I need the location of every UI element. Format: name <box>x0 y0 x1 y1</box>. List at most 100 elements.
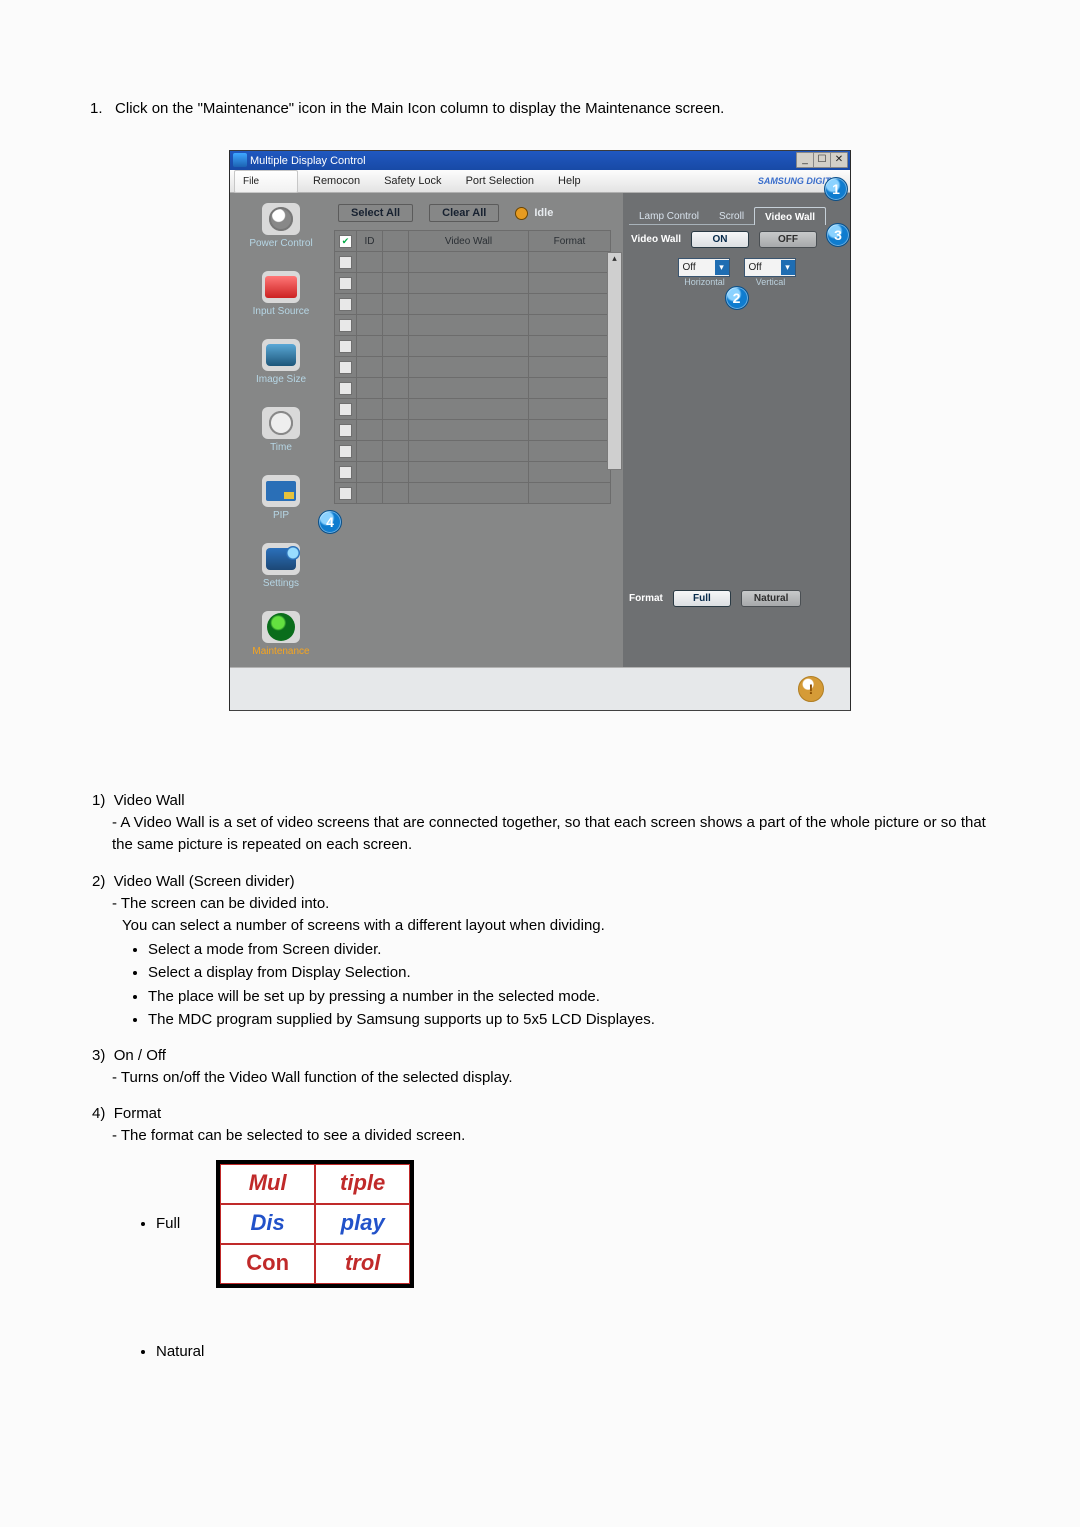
sidebar-label: Power Control <box>249 238 312 249</box>
heading-text: Click on the "Maintenance" icon in the M… <box>115 100 724 117</box>
format-natural-button[interactable]: Natural <box>741 590 801 607</box>
select-all-button[interactable]: Select All <box>338 204 413 222</box>
callout-4: 4 <box>318 510 342 534</box>
vertical-label: Vertical <box>746 277 796 287</box>
sidebar-item-input-source[interactable]: Input Source <box>232 271 330 317</box>
item-1: 1) Video Wall - A Video Wall is a set of… <box>92 790 1010 857</box>
settings-icon <box>262 543 300 575</box>
menu-port-selection[interactable]: Port Selection <box>457 172 543 190</box>
format-full-button[interactable]: Full <box>673 590 731 607</box>
menu-remocon[interactable]: Remocon <box>304 172 369 190</box>
col-id: ID <box>356 230 383 252</box>
table-row[interactable] <box>335 273 620 294</box>
table-row[interactable] <box>335 420 620 441</box>
maximize-button[interactable]: ☐ <box>813 152 831 168</box>
video-wall-on-button[interactable]: ON <box>691 231 749 248</box>
table-row[interactable] <box>335 462 620 483</box>
item-3-title: On / Off <box>114 1047 166 1064</box>
grid-header: ID Video Wall Format <box>335 231 620 252</box>
item-2-num: 2) <box>92 873 105 890</box>
tab-scroll[interactable]: Scroll <box>709 207 754 225</box>
format-full-row: Full Mul tiple Dis play Con trol <box>120 1154 432 1294</box>
item-4-title: Format <box>114 1105 162 1122</box>
video-wall-off-button[interactable]: OFF <box>759 231 817 248</box>
clear-all-button[interactable]: Clear All <box>429 204 499 222</box>
table-row[interactable] <box>335 399 620 420</box>
pip-icon <box>262 475 300 507</box>
sidebar-item-maintenance[interactable]: Maintenance <box>232 611 330 657</box>
horizontal-select[interactable]: Off ▾ <box>678 258 730 277</box>
item-3-line1: - Turns on/off the Video Wall function o… <box>92 1067 1010 1089</box>
full-word-5: Con <box>220 1244 315 1284</box>
sidebar-label: Maintenance <box>252 646 309 657</box>
format-natural-label: Natural <box>156 1341 204 1363</box>
item-2: 2) Video Wall (Screen divider) - The scr… <box>92 871 1010 1031</box>
idle-dot-icon <box>515 207 528 220</box>
full-word-1: Mul <box>220 1164 315 1204</box>
maintenance-icon <box>262 611 300 643</box>
close-button[interactable]: ✕ <box>830 152 848 168</box>
full-word-3: Dis <box>220 1204 315 1244</box>
sidebar-item-settings[interactable]: Settings <box>232 543 330 589</box>
table-row[interactable] <box>335 294 620 315</box>
format-full-label: Full <box>156 1213 180 1235</box>
menu-help[interactable]: Help <box>549 172 590 190</box>
center-area: Select All Clear All Idle ID Video Wall … <box>332 193 623 667</box>
heading-number: 1. <box>90 100 103 117</box>
horizontal-label: Horizontal <box>680 277 730 287</box>
format-natural-row: Natural <box>120 1334 222 1370</box>
item-1-title: Video Wall <box>114 792 185 809</box>
idle-label: Idle <box>534 207 553 219</box>
table-row[interactable] <box>335 378 620 399</box>
info-icon[interactable] <box>798 676 824 702</box>
checkbox-icon[interactable] <box>339 235 352 248</box>
item-3-num: 3) <box>92 1047 105 1064</box>
scrollbar[interactable] <box>607 252 622 470</box>
col-video-wall: Video Wall <box>408 230 529 252</box>
table-row[interactable] <box>335 336 620 357</box>
sidebar-item-time[interactable]: Time <box>232 407 330 453</box>
idle-status: Idle <box>515 207 553 220</box>
menu-safety-lock[interactable]: Safety Lock <box>375 172 450 190</box>
window-title: Multiple Display Control <box>250 155 366 167</box>
callout-2: 2 <box>725 286 749 310</box>
item-4: 4) Format - The format can be selected t… <box>92 1103 1010 1370</box>
top-actions: Select All Clear All Idle <box>338 204 617 222</box>
table-row[interactable] <box>335 252 620 273</box>
sidebar-label: PIP <box>273 510 289 521</box>
video-wall-row: Video Wall ON OFF 3 <box>629 225 844 254</box>
app-icon <box>233 153 247 167</box>
sidebar-item-image-size[interactable]: Image Size <box>232 339 330 385</box>
item-2-line2: You can select a number of screens with … <box>92 915 1010 937</box>
sidebar-item-pip[interactable]: PIP <box>232 475 330 521</box>
tab-lamp-control[interactable]: Lamp Control <box>629 207 709 225</box>
item-4-line1: - The format can be selected to see a di… <box>92 1125 1010 1147</box>
menu-file[interactable]: File <box>234 170 298 193</box>
item-1-num: 1) <box>92 792 105 809</box>
display-grid: ID Video Wall Format <box>334 230 621 505</box>
horizontal-value: Off <box>683 262 696 273</box>
minimize-button[interactable]: _ <box>796 152 814 168</box>
full-word-6: trol <box>315 1244 410 1284</box>
vertical-select[interactable]: Off ▾ <box>744 258 796 277</box>
format-label: Format <box>629 593 663 604</box>
col-check <box>334 230 357 252</box>
sidebar-item-power-control[interactable]: Power Control <box>232 203 330 249</box>
callout-3: 3 <box>826 223 850 247</box>
table-row[interactable] <box>335 483 620 504</box>
table-row[interactable] <box>335 357 620 378</box>
item-2-bullet-1: Select a mode from Screen divider. <box>148 939 1010 961</box>
item-2-line1: - The screen can be divided into. <box>92 893 1010 915</box>
settings-panel: Lamp Control Scroll Video Wall 1 Video W… <box>623 193 850 667</box>
callout-1: 1 <box>824 177 848 201</box>
power-control-icon <box>262 203 300 235</box>
chevron-down-icon: ▾ <box>781 260 795 275</box>
table-row[interactable] <box>335 441 620 462</box>
sidebar-label: Input Source <box>253 306 310 317</box>
item-1-line1: - A Video Wall is a set of video screens… <box>92 812 1010 856</box>
item-4-num: 4) <box>92 1105 105 1122</box>
table-row[interactable] <box>335 315 620 336</box>
app-body: Power Control Input Source Image Size Ti… <box>230 193 850 667</box>
item-2-bullet-2: Select a display from Display Selection. <box>148 962 1010 984</box>
tab-video-wall[interactable]: Video Wall <box>754 207 826 225</box>
